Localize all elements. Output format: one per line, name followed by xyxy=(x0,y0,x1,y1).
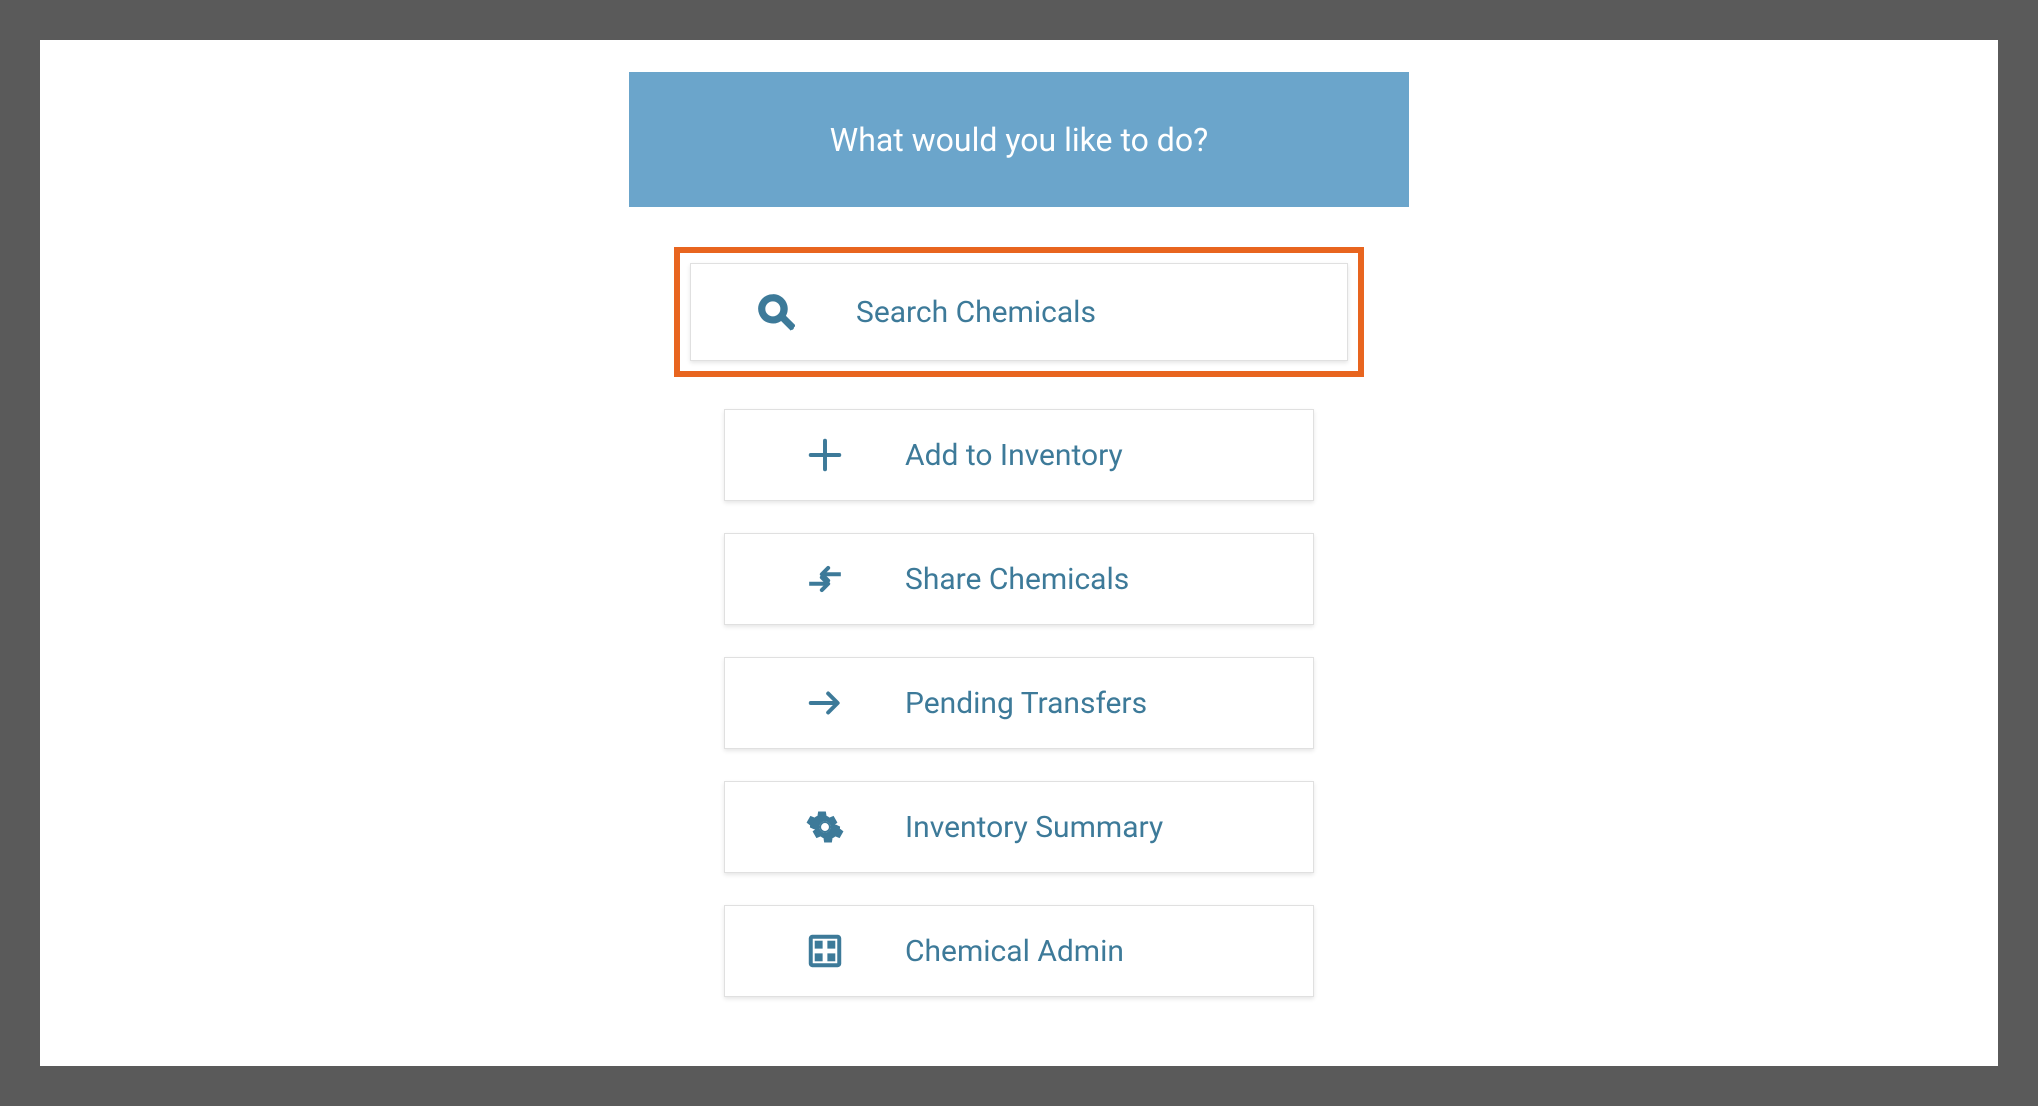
gear-icon xyxy=(795,808,855,846)
menu-list: Search Chemicals Add to Inventory Share … xyxy=(674,247,1364,997)
menu-item-add-inventory[interactable]: Add to Inventory xyxy=(724,409,1314,501)
menu-label: Chemical Admin xyxy=(905,934,1124,969)
menu-label: Inventory Summary xyxy=(905,810,1163,845)
main-canvas: What would you like to do? Search Chemic… xyxy=(40,40,1998,1066)
transfer-icon xyxy=(795,560,855,598)
header-title: What would you like to do? xyxy=(830,121,1208,159)
menu-item-pending-transfers[interactable]: Pending Transfers xyxy=(724,657,1314,749)
header-banner: What would you like to do? xyxy=(629,72,1409,207)
plus-icon xyxy=(795,436,855,474)
menu-item-inventory-summary[interactable]: Inventory Summary xyxy=(724,781,1314,873)
search-icon xyxy=(746,293,806,331)
menu-item-chemical-admin[interactable]: Chemical Admin xyxy=(724,905,1314,997)
menu-label: Search Chemicals xyxy=(856,295,1096,330)
grid-icon xyxy=(795,932,855,970)
menu-item-search-chemicals[interactable]: Search Chemicals xyxy=(674,247,1364,377)
menu-item-share-chemicals[interactable]: Share Chemicals xyxy=(724,533,1314,625)
menu-label: Share Chemicals xyxy=(905,562,1129,597)
menu-label: Pending Transfers xyxy=(905,686,1147,721)
arrow-right-icon xyxy=(795,684,855,722)
menu-label: Add to Inventory xyxy=(905,438,1123,473)
